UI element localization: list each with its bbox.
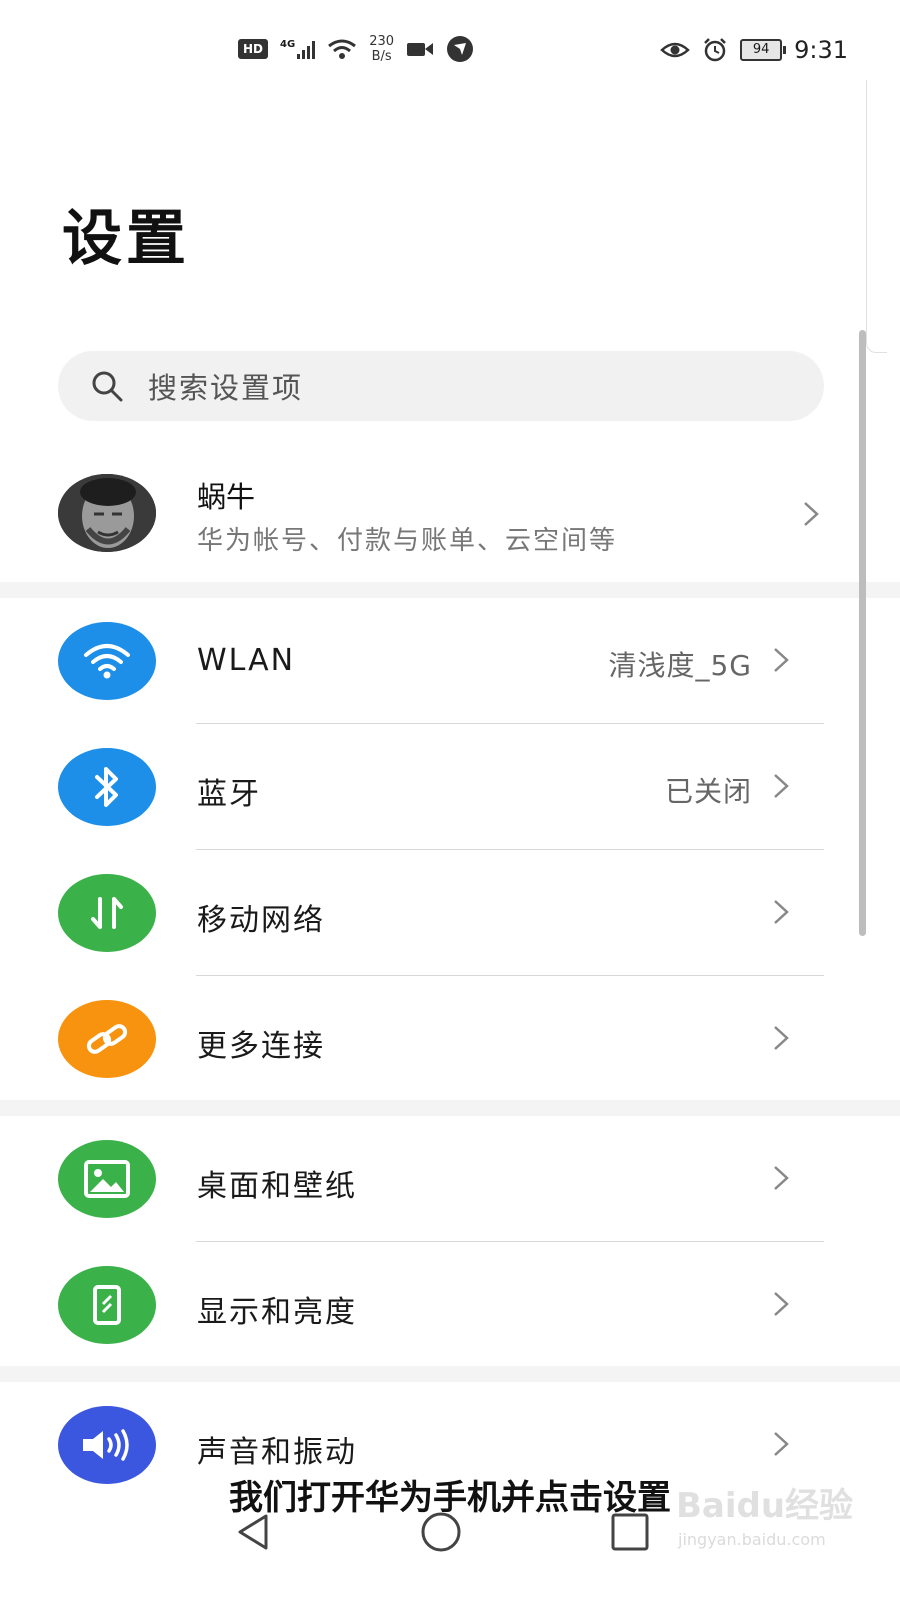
item-label: 显示和亮度 [197,1295,357,1330]
scroll-track [866,80,887,353]
signal-icon: 4G [280,39,316,59]
settings-item-display[interactable]: 显示和亮度 [0,1242,870,1368]
avatar [58,474,156,552]
item-label: 移动网络 [197,903,325,938]
alarm-icon [704,38,726,62]
section-gap [0,582,900,598]
settings-item-wlan[interactable]: WLAN 清浅度_5G [0,598,870,724]
settings-item-wallpaper[interactable]: 桌面和壁纸 [0,1116,870,1242]
display-icon [58,1266,156,1344]
chevron-right-icon [774,1292,789,1316]
wifi-icon [58,622,156,700]
settings-item-mobile-network[interactable]: 移动网络 [0,850,870,976]
bluetooth-icon [58,748,156,826]
home-icon[interactable] [419,1510,463,1554]
settings-item-more-connections[interactable]: 更多连接 [0,976,870,1102]
baidu-watermark: Baidu经验 jingyan.baidu.com [676,1478,876,1568]
chevron-right-icon [774,774,789,798]
recents-icon[interactable] [608,1510,652,1554]
hd-icon: HD [238,39,269,59]
back-icon[interactable] [232,1510,276,1554]
watermark-sub: jingyan.baidu.com [678,1530,826,1549]
account-subtitle: 华为帐号、付款与账单、云空间等 [197,526,618,556]
item-value: 清浅度_5G [608,649,752,682]
chevron-right-icon [774,1026,789,1050]
search-placeholder: 搜索设置项 [148,371,304,405]
mobile-data-icon [58,874,156,952]
status-right: 94 9:31 [660,36,848,64]
page-title: 设置 [62,204,190,274]
chevron-right-icon [804,502,819,526]
chevron-right-icon [774,648,789,672]
section-gap [0,1100,900,1116]
video-icon [407,43,434,56]
item-value: 已关闭 [664,775,752,808]
chevron-right-icon [774,1432,789,1456]
search-icon [92,371,123,402]
item-label: WLAN [197,643,296,678]
status-left: HD 4G 230 B/s [238,34,474,64]
item-label: 更多连接 [197,1029,325,1064]
account-name: 蜗牛 [197,480,256,514]
status-bar: HD 4G 230 B/s 94 9:31 [0,0,900,100]
avatar-image [58,474,156,552]
app-notification-icon [447,36,474,62]
network-type: 4G [280,39,296,50]
account-row[interactable]: 蜗牛 华为帐号、付款与账单、云空间等 [0,462,900,580]
chevron-right-icon [774,900,789,924]
signal-bars [297,39,316,59]
item-label: 桌面和壁纸 [197,1169,357,1204]
search-input[interactable]: 搜索设置项 [58,351,824,421]
speed-value: 230 [369,34,395,49]
battery-icon: 94 [740,39,787,61]
scrollbar[interactable] [859,330,866,936]
wallpaper-icon [58,1140,156,1218]
settings-item-bluetooth[interactable]: 蓝牙 已关闭 [0,724,870,850]
speed-unit: B/s [371,49,392,64]
wifi-icon [328,39,357,59]
chevron-right-icon [774,1166,789,1190]
item-label: 蓝牙 [197,777,261,812]
watermark-main: Baidu经验 [676,1486,854,1526]
clock: 9:31 [794,36,848,64]
network-speed: 230 B/s [369,34,394,64]
link-icon [58,1000,156,1078]
item-label: 声音和振动 [197,1435,357,1470]
eye-icon [660,42,690,58]
section-gap [0,1366,900,1382]
